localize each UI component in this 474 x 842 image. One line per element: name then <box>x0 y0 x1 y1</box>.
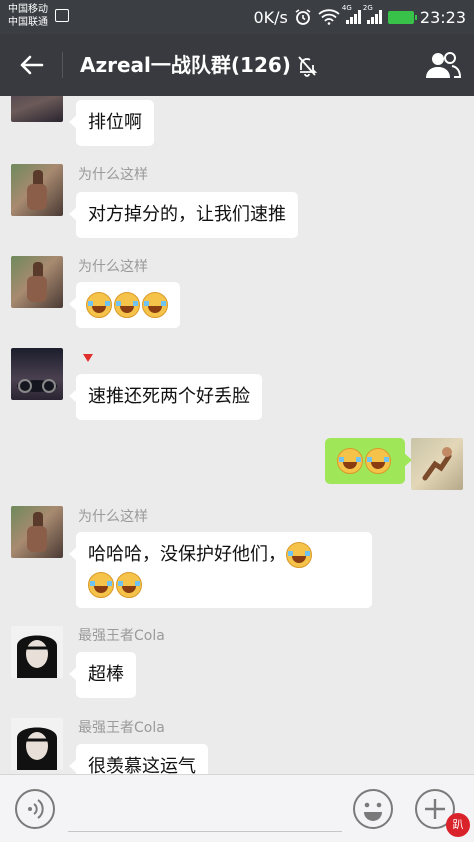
notification-badge: 趴 <box>446 813 470 837</box>
tears-of-joy-emoji-icon <box>365 448 391 474</box>
signal-4g-icon: 4G <box>342 4 361 24</box>
avatar-image <box>27 170 47 210</box>
tears-of-joy-emoji-icon <box>286 542 312 568</box>
avatar[interactable] <box>11 96 63 122</box>
sender-name: 最强王者Cola <box>78 628 165 644</box>
message-bubble[interactable]: 很羡慕这运气 <box>69 744 208 774</box>
cry-laugh-emoji-icon <box>86 292 112 318</box>
cry-laugh-emoji-icon <box>114 292 140 318</box>
avatar-image <box>17 379 57 393</box>
group-members-icon[interactable] <box>424 48 462 82</box>
header-divider <box>62 52 63 78</box>
avatar-image <box>422 447 452 481</box>
message-bubble[interactable]: 速推还死两个好丢脸 <box>69 374 262 420</box>
avatar-image <box>27 512 47 552</box>
sender-name: 为什么这样 <box>78 167 148 183</box>
net-speed: 0K/s <box>253 7 288 27</box>
message-text: 超棒 <box>88 664 124 685</box>
message-text: 排位啊 <box>88 112 142 133</box>
carrier-2: 中国联通 <box>8 17 48 28</box>
tears-of-joy-emoji-icon <box>337 448 363 474</box>
chat-header: Azreal一战队群(126) <box>0 34 474 96</box>
message-bubble[interactable] <box>69 282 180 328</box>
message-text: 速推还死两个好丢脸 <box>88 386 250 407</box>
message-bubble[interactable]: 排位啊 <box>69 100 154 146</box>
avatar-image <box>27 262 47 302</box>
avatar[interactable] <box>11 506 63 558</box>
voice-icon[interactable] <box>14 788 56 830</box>
status-bar: 中国移动 中国联通 0K/s 4G 2G 23:23 <box>0 0 474 34</box>
message-bubble[interactable] <box>325 438 412 484</box>
wifi-icon <box>318 9 340 25</box>
avatar[interactable] <box>11 626 63 678</box>
input-underline <box>68 831 342 832</box>
avatar[interactable] <box>11 256 63 308</box>
tears-of-joy-emoji-icon <box>88 572 114 598</box>
cry-laugh-emoji-icon <box>142 292 168 318</box>
message-text: 很羡慕这运气 <box>88 756 196 774</box>
message-text: 哈哈哈，没保护好他们， <box>88 544 286 565</box>
message-bubble[interactable]: 超棒 <box>69 652 136 698</box>
message-bubble[interactable]: 哈哈哈，没保护好他们， <box>69 532 372 608</box>
bell-off-icon <box>298 56 318 77</box>
flag-icon <box>83 354 93 362</box>
alarm-icon <box>295 9 311 25</box>
input-bar: 趴 <box>0 774 474 842</box>
clock: 23:23 <box>419 7 466 27</box>
message-bubble[interactable]: 对方掉分的，让我们速推 <box>69 192 298 238</box>
smiley-icon[interactable] <box>352 788 394 830</box>
chat-title: Azreal一战队群(126) <box>80 53 291 77</box>
sender-name: 为什么这样 <box>78 509 148 525</box>
message-text: 对方掉分的，让我们速推 <box>88 204 286 225</box>
avatar[interactable] <box>11 164 63 216</box>
message-list[interactable]: 排位啊 为什么这样 对方掉分的，让我们速推 为什么这样 速推还死两个好丢脸 为什… <box>0 96 474 774</box>
avatar[interactable] <box>411 438 463 490</box>
arrow-left-icon[interactable] <box>14 48 48 82</box>
message-input[interactable] <box>68 789 342 829</box>
image-notification-icon <box>55 9 69 22</box>
tears-of-joy-emoji-icon <box>116 572 142 598</box>
carrier-info: 中国移动 中国联通 <box>8 3 48 29</box>
avatar[interactable] <box>11 718 63 770</box>
carrier-1: 中国移动 <box>8 4 48 15</box>
signal-2g-label: 2G <box>362 4 373 12</box>
battery-icon <box>387 10 417 24</box>
status-indicators: 0K/s 4G 2G 23:23 <box>253 4 466 28</box>
signal-4g-label: 4G <box>341 4 352 12</box>
avatar-image <box>17 635 57 678</box>
signal-2g-icon: 2G <box>363 4 382 24</box>
avatar-image <box>17 727 57 770</box>
sender-name: 为什么这样 <box>78 259 148 275</box>
avatar[interactable] <box>11 348 63 400</box>
sender-name: 最强王者Cola <box>78 720 165 736</box>
